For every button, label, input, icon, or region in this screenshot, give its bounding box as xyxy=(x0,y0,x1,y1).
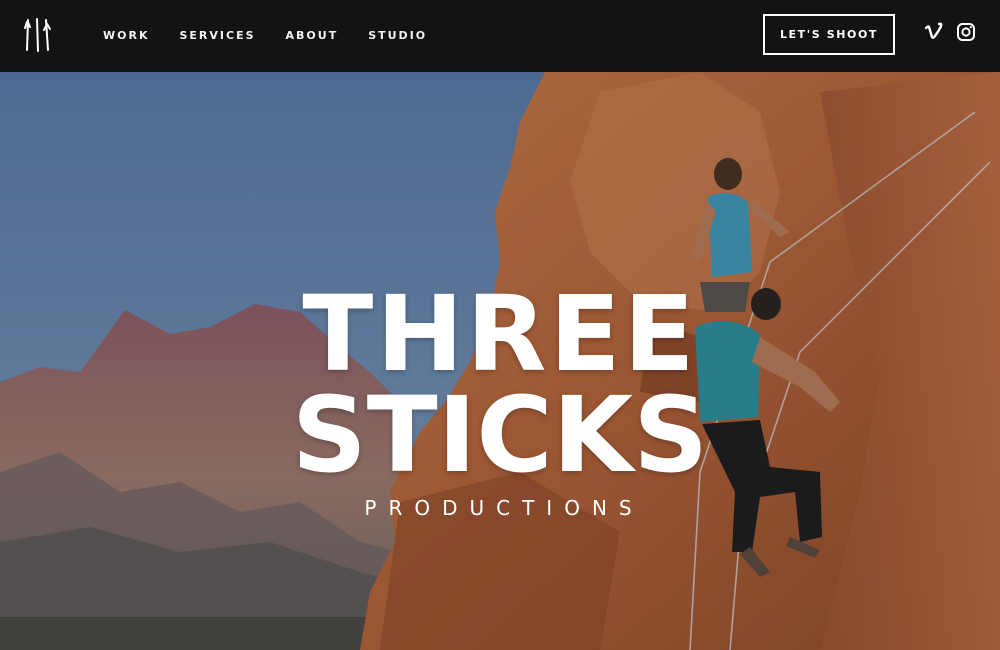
nav-item-studio[interactable]: STUDIO xyxy=(368,29,427,42)
three-sticks-logo-icon[interactable] xyxy=(24,18,52,52)
instagram-icon[interactable] xyxy=(956,22,976,42)
hero-title-line-2: STICKS xyxy=(291,374,709,496)
main-nav: WORK SERVICES ABOUT STUDIO xyxy=(103,29,457,42)
hero-subtitle: PRODUCTIONS xyxy=(364,496,644,520)
nav-item-about[interactable]: ABOUT xyxy=(286,29,339,42)
vimeo-icon[interactable] xyxy=(924,22,944,42)
hero-title: THREE STICKS xyxy=(0,273,1000,496)
nav-item-services[interactable]: SERVICES xyxy=(179,29,255,42)
nav-item-work[interactable]: WORK xyxy=(103,29,149,42)
hero-title-line-1: THREE xyxy=(302,273,698,395)
top-navbar: WORK SERVICES ABOUT STUDIO LET'S SHOOT xyxy=(0,0,1000,72)
lets-shoot-button[interactable]: LET'S SHOOT xyxy=(763,14,895,55)
hero-section: THREE STICKS PRODUCTIONS xyxy=(0,72,1000,650)
